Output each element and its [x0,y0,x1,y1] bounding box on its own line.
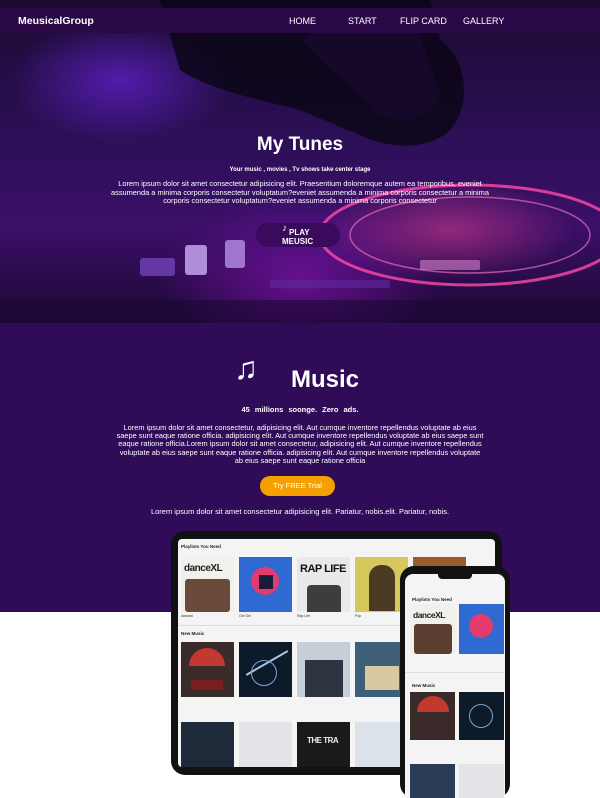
hero-tagline: Your music , movies , Tv shows take cent… [229,167,371,173]
nav-link-start[interactable]: START [348,16,377,26]
album-caption: dancexl [181,614,194,618]
album-tile [459,604,504,654]
phone-section-heading: Playlists You Need [412,597,452,602]
music-description: Lorem ipsum dolor sit amet consectetur, … [116,423,484,465]
album-tile [239,642,292,697]
album-caption: Rap Life [297,614,311,618]
album-tile [459,692,504,740]
album-tile: danceXL [410,604,455,654]
divider [405,672,505,673]
album-tile [410,764,455,798]
nav-link-gallery[interactable]: GALLERY [463,16,504,26]
play-label: PLAY [289,228,310,237]
phone-section-heading: New Music [412,683,436,688]
album-text: danceXL [184,563,223,574]
music-footnote: Lorem ipsum dolor sit amet consectetur a… [150,507,450,516]
music-stats: 45 millions soonge. Zero ads. [241,405,359,414]
album-tile [410,692,455,740]
hero-banner [0,0,600,323]
top-navbar: MeusicalGroup HOME START FLIP CARD GALLE… [0,8,600,33]
play-label-2: MEUSIC [282,237,314,246]
album-caption: Pop [355,614,362,618]
try-free-trial-button[interactable]: Try FREE Trial [260,476,335,496]
album-tile [297,642,350,697]
album-text: danceXL [413,610,445,620]
phone-notch [438,574,472,579]
nav-link-home[interactable]: HOME [289,16,316,26]
album-tile [181,642,234,697]
dj-turntable-illustration [0,0,600,323]
album-tile [459,764,504,798]
album-text: THE TRA [307,736,339,745]
tablet-section-heading: New Music [181,631,205,636]
music-note-icon: ♪ [282,223,287,234]
music-title: Music [291,366,360,393]
album-tile [239,722,292,767]
music-notes-icon: ♫ [234,350,258,386]
album-caption: Gel Gel [239,614,251,618]
album-tile: THE TRA [297,722,350,767]
album-tile: danceXL [181,557,234,612]
hero-description: Lorem ipsum dolor sit amet consectetur a… [111,179,489,205]
nav-link-flip-card[interactable]: FLIP CARD [400,16,447,26]
album-tile [181,722,234,767]
brand-logo[interactable]: MeusicalGroup [18,15,94,27]
album-tile [239,557,292,612]
phone-screen: Playlists You Need danceXL New Music [405,574,505,798]
play-music-button[interactable]: ♪ PLAY MEUSIC [256,223,340,247]
album-tile: RAP LIFE [297,557,350,612]
album-text: RAP LIFE [300,563,346,575]
tablet-section-heading: Playlists You Need [181,544,221,549]
hero-title: My Tunes [256,134,344,155]
phone-device-image: Playlists You Need danceXL New Music [400,566,510,798]
